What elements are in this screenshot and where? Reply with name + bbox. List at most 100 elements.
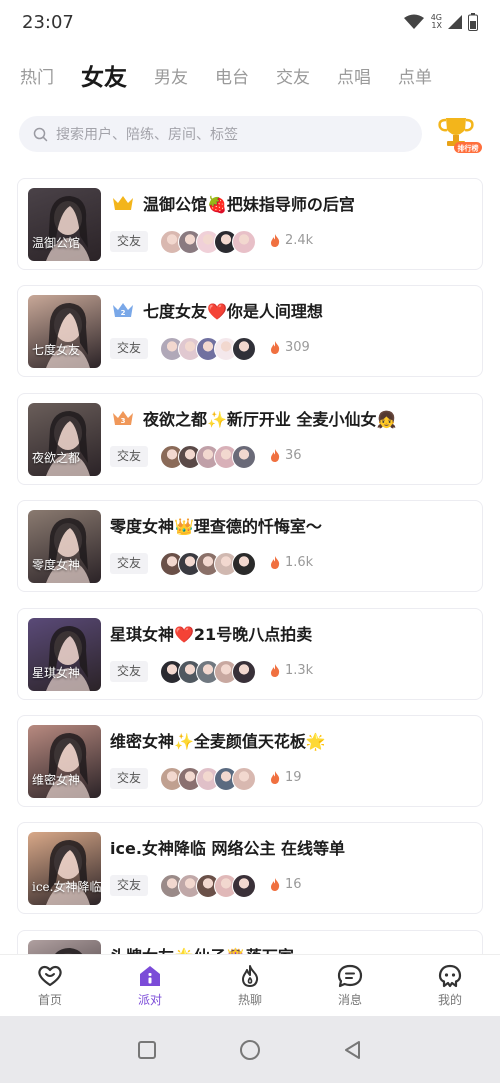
battery-icon: [468, 13, 478, 31]
room-cover-text: 维密女神: [32, 772, 81, 787]
heat-indicator: 1.6k: [270, 555, 313, 570]
heat-value: 16: [285, 877, 302, 893]
room-cover-image: 维密女神: [28, 724, 101, 798]
room-tag: 交友: [110, 875, 149, 897]
svg-text:3: 3: [121, 417, 126, 425]
room-cover-image: 温御公馆: [28, 188, 101, 261]
room-title: 星琪女神❤️21号晚八点拍卖: [110, 624, 313, 644]
heat-value: 1.3k: [285, 662, 314, 678]
room-card[interactable]: 零度女神 零度女神👑理查德的忏悔室～ 交友 1.6k: [17, 500, 483, 593]
tab-girlfriend[interactable]: 女友: [81, 58, 127, 92]
room-tag: 交友: [110, 767, 149, 789]
search-placeholder: 搜索用户、陪练、房间、标签: [56, 127, 238, 143]
flame-icon: [271, 556, 280, 570]
wifi-icon: [403, 14, 424, 29]
system-nav-bar: [0, 1016, 500, 1083]
room-cover-image: 星琪女神: [28, 617, 101, 691]
recent-apps-icon[interactable]: [137, 1040, 157, 1060]
bottom-nav: 首页 派对 热聊 消息 我的: [0, 954, 500, 1016]
heat-indicator: 1.3k: [270, 663, 313, 678]
status-icons: 4G 1X: [403, 13, 478, 31]
room-tag: 交友: [110, 445, 149, 467]
heat-value: 19: [285, 769, 302, 785]
flame-icon: [271, 770, 280, 784]
room-tag: 交友: [110, 231, 149, 252]
tab-boyfriend[interactable]: 男友: [154, 63, 188, 88]
flame-icon: [271, 663, 280, 677]
search-input[interactable]: 搜索用户、陪练、房间、标签: [19, 116, 422, 152]
tab-orders[interactable]: 点单: [398, 63, 432, 88]
avatar: [232, 552, 256, 577]
signal-icon: [448, 15, 462, 29]
member-avatars: [160, 230, 256, 254]
avatar: [232, 659, 256, 684]
tab-friends[interactable]: 交友: [276, 63, 310, 88]
room-card[interactable]: 星琪女神 星琪女神❤️21号晚八点拍卖 交友 1.3k: [17, 607, 483, 700]
room-cover-image: 夜欲之都: [28, 402, 101, 476]
room-title: 头牌女友🌟仙子👸落万家: [110, 943, 294, 954]
room-card[interactable]: 夜欲之都 3 夜欲之都✨新厅开业 全麦小仙女👧 交友 36: [17, 392, 483, 485]
trophy-ranking-icon[interactable]: 排行榜: [432, 112, 484, 156]
heat-indicator: 36: [270, 448, 302, 463]
nav-home[interactable]: 首页: [0, 955, 100, 1016]
tab-song-request[interactable]: 点唱: [337, 63, 371, 88]
room-cover-image: 零度女神: [28, 510, 101, 584]
home-circle-icon[interactable]: [239, 1039, 261, 1061]
heat-value: 2.4k: [285, 233, 314, 248]
room-title: 七度女友❤️你是人间理想: [143, 302, 323, 322]
portrait-silhouette: [54, 947, 83, 954]
flame-icon: [271, 448, 280, 462]
svg-text:排行榜: 排行榜: [458, 144, 479, 153]
room-card[interactable]: 维密女神 维密女神✨全麦颜值天花板🌟 交友 19: [17, 714, 483, 807]
message-icon: [337, 964, 363, 988]
member-avatars: [160, 659, 256, 684]
crown-rank-icon: 3: [113, 410, 133, 425]
heat-value: 309: [285, 340, 310, 356]
room-cover-text: 星琪女神: [32, 665, 81, 680]
room-card[interactable]: ice.女神降临 ice.女神降临 网络公主 在线等单 交友 16: [17, 822, 483, 915]
status-time: 23:07: [22, 11, 74, 33]
room-card[interactable]: 头牌女友🌟仙子👸落万家交友: [17, 929, 483, 954]
ghost-profile-icon: [438, 964, 462, 988]
category-tabs: 热门 女友 男友 电台 交友 点唱 点单: [0, 55, 500, 95]
room-cover-text: ice.女神降临: [32, 880, 101, 895]
heat-indicator: 2.4k: [270, 233, 313, 248]
avatar: [232, 337, 256, 362]
room-cover-text: 七度女友: [32, 343, 81, 358]
room-cover-text: 零度女神: [32, 558, 81, 573]
room-tag: 交友: [110, 553, 149, 575]
heart-icon: [38, 965, 62, 987]
crown-rank-icon: [113, 196, 133, 210]
room-card[interactable]: 七度女友 2 七度女友❤️你是人间理想 交友 309: [17, 285, 483, 378]
status-bar: 23:07 4G 1X: [0, 0, 500, 44]
member-avatars: [160, 766, 256, 791]
nav-chat-hot[interactable]: 热聊: [200, 955, 300, 1016]
tab-radio[interactable]: 电台: [215, 63, 249, 88]
room-tag: 交友: [110, 660, 149, 682]
member-avatars: [160, 552, 256, 577]
member-avatars: [160, 337, 256, 362]
heat-value: 36: [285, 447, 302, 463]
avatar: [232, 766, 256, 791]
avatar: [232, 230, 256, 254]
room-list: 温御公馆 温御公馆🍓把妹指导师の后宫 交友 2.4k 七度女友 2 七度女友❤️你…: [17, 178, 483, 954]
tab-hot[interactable]: 热门: [20, 63, 54, 88]
room-title: 维密女神✨全麦颜值天花板🌟: [110, 731, 326, 751]
flame-icon: [271, 878, 280, 892]
room-title: ice.女神降临 网络公主 在线等单: [110, 839, 346, 859]
room-cover-image: [28, 939, 101, 954]
room-cover-image: ice.女神降临: [28, 832, 101, 906]
crown-rank-icon: 2: [113, 303, 133, 318]
nav-profile[interactable]: 我的: [400, 955, 500, 1016]
member-avatars: [160, 444, 256, 469]
flame-icon: [242, 965, 259, 987]
room-card[interactable]: 温御公馆 温御公馆🍓把妹指导师の后宫 交友 2.4k: [17, 178, 483, 270]
search-icon: [33, 127, 48, 141]
room-cover-text: 温御公馆: [32, 236, 81, 250]
member-avatars: [160, 874, 256, 899]
nav-messages[interactable]: 消息: [300, 955, 400, 1016]
back-icon[interactable]: [343, 1040, 363, 1060]
heat-indicator: 309: [270, 340, 310, 355]
nav-party[interactable]: 派对: [100, 955, 200, 1016]
flame-icon: [271, 234, 280, 247]
